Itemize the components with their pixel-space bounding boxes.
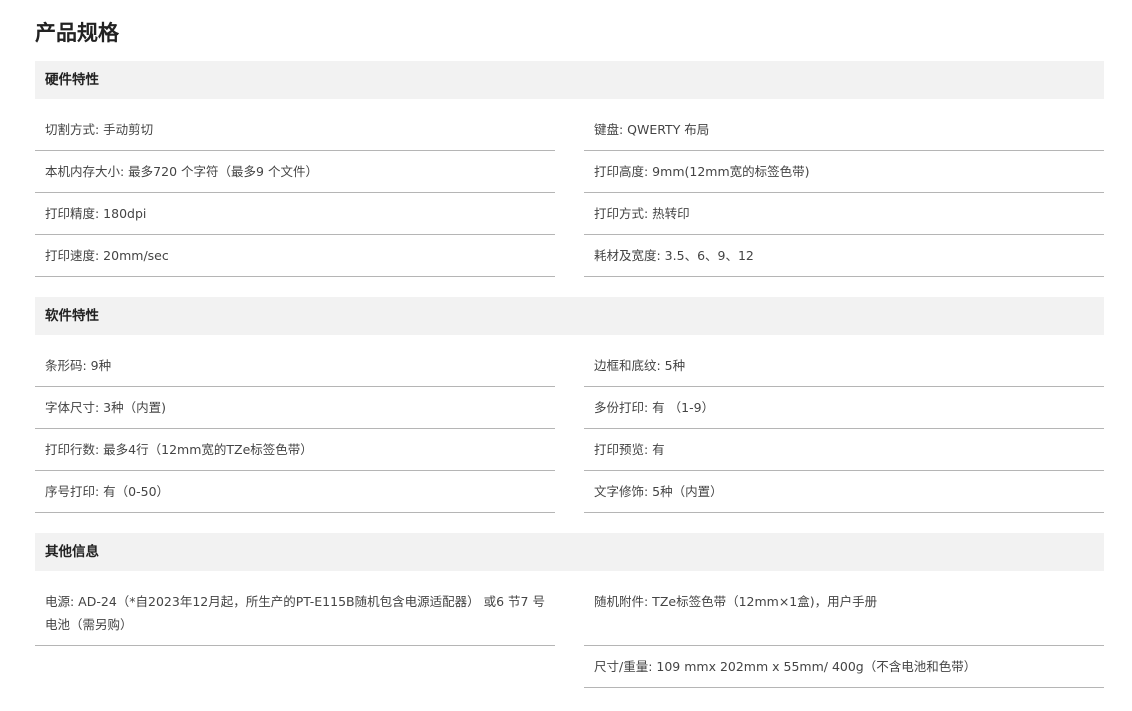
spec-row: 条形码: 9种 [35,345,555,387]
spec-sections: 硬件特性切割方式: 手动剪切 键盘: QWERTY 布局 本机内存大小: 最多720… [35,61,1104,688]
spec-row: 打印精度: 180dpi [35,193,555,235]
spec-row: 打印速度: 20mm/sec [35,235,555,277]
spec-row: 多份打印: 有 （1-9） [584,387,1104,429]
spec-row: 打印预览: 有 [584,429,1104,471]
page-title: 产品规格 [35,21,119,45]
spec-row: 耗材及宽度: 3.5、6、9、12 [584,235,1104,277]
section-heading: 软件特性 [35,297,1104,335]
spec-row: 尺寸/重量: 109 mmx 202mm x 55mm/ 400g（不含电池和色… [584,646,1104,688]
product-specs: 产品规格 硬件特性切割方式: 手动剪切 键盘: QWERTY 布局 本机内存大小: … [35,18,1104,708]
spec-row: 键盘: QWERTY 布局 [584,109,1104,151]
section-heading: 其他信息 [35,533,1104,571]
empty-cell [35,646,555,688]
spec-row: 随机附件: TZe标签色带（12mm×1盒)，用户手册 [584,581,1104,646]
spec-grid: 电源: AD-24（*自2023年12月起，所生产的PT-E115B随机包含电源… [35,581,1104,688]
spec-row: 本机内存大小: 最多720 个字符（最多9 个文件） [35,151,555,193]
section-heading: 硬件特性 [35,61,1104,99]
spec-grid: 条形码: 9种 边框和底纹: 5种 字体尺寸: 3种（内置) 多份打印: 有 （1-9… [35,345,1104,513]
spec-row: 序号打印: 有（0-50） [35,471,555,513]
spec-row: 打印行数: 最多4行（12mm宽的TZe标签色带） [35,429,555,471]
spec-row: 边框和底纹: 5种 [584,345,1104,387]
spec-row: 电源: AD-24（*自2023年12月起，所生产的PT-E115B随机包含电源… [35,581,555,646]
spec-row: 文字修饰: 5种（内置） [584,471,1104,513]
spec-row: 打印高度: 9mm(12mm宽的标签色带) [584,151,1104,193]
spec-row: 打印方式: 热转印 [584,193,1104,235]
spec-row: 切割方式: 手动剪切 [35,109,555,151]
spec-row: 字体尺寸: 3种（内置) [35,387,555,429]
spec-grid: 切割方式: 手动剪切 键盘: QWERTY 布局 本机内存大小: 最多720 个字符… [35,109,1104,277]
